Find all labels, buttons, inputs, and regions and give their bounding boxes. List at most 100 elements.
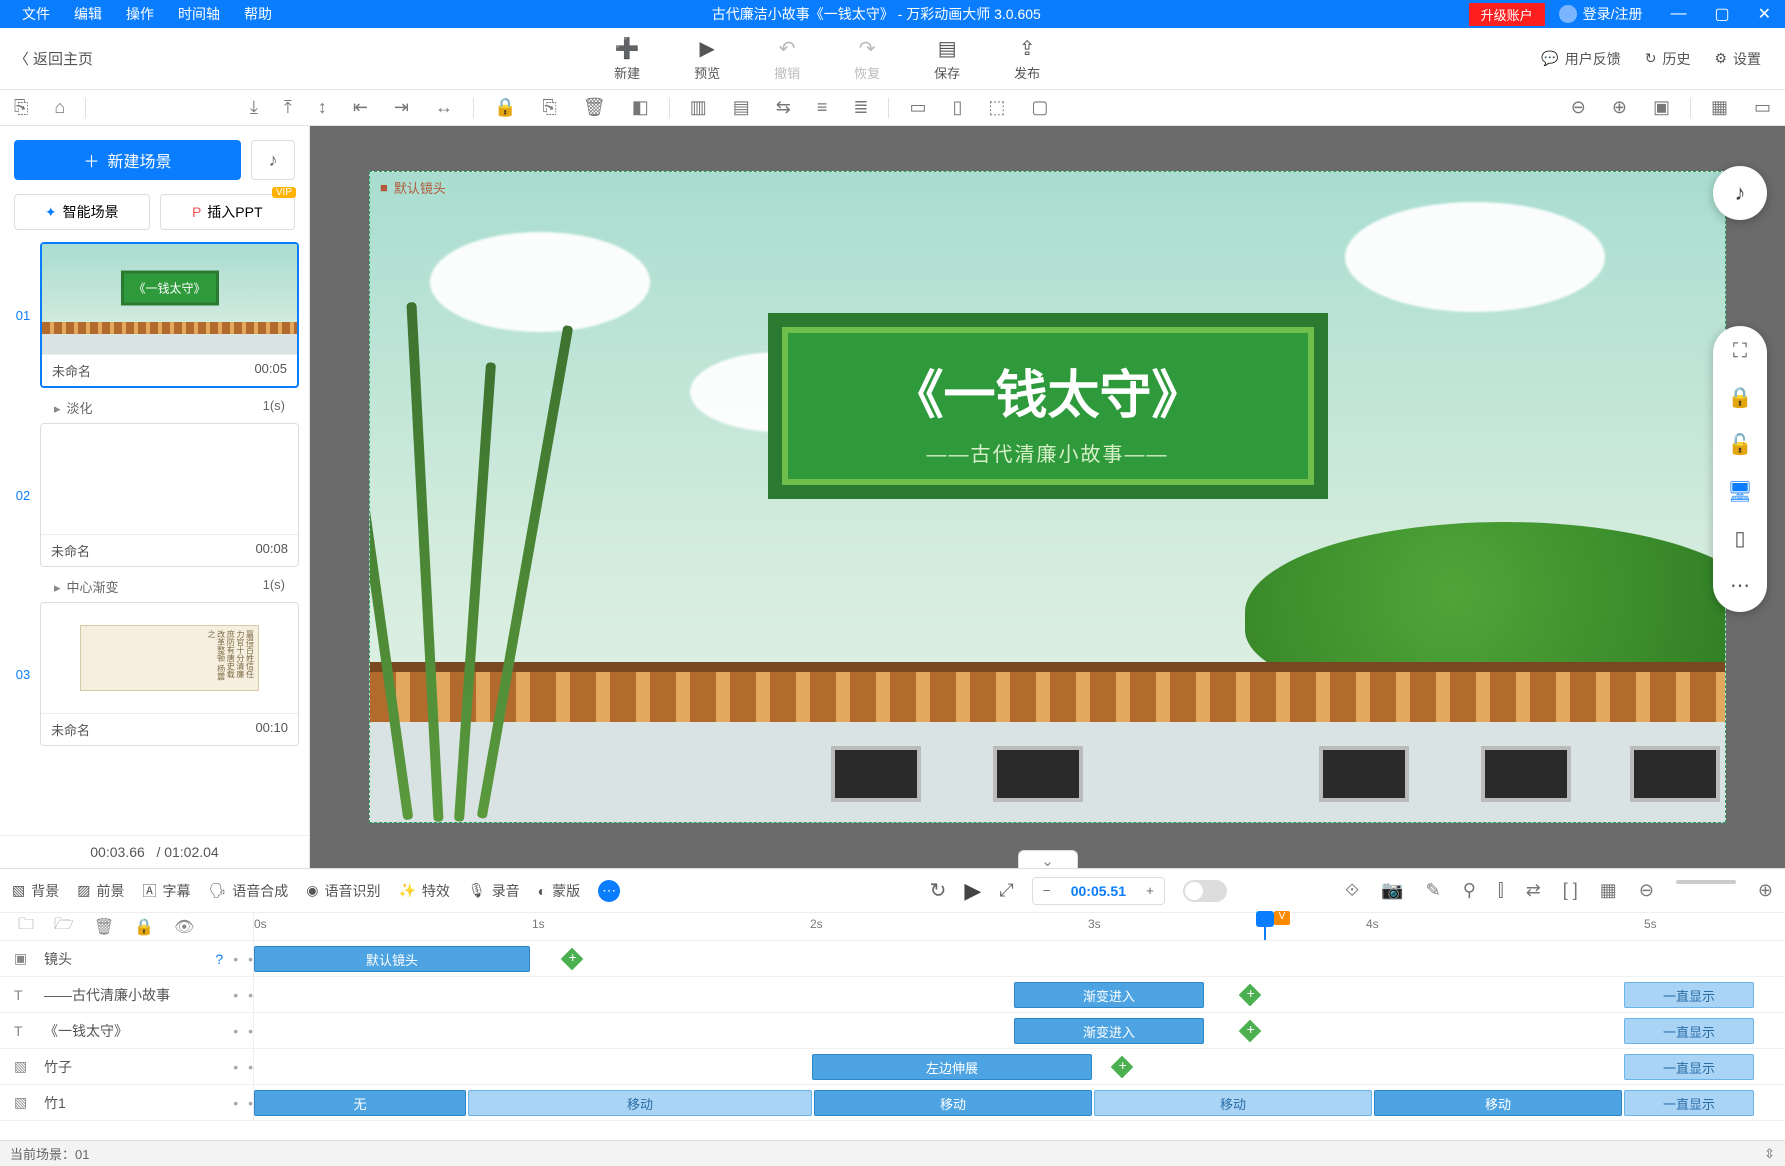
login-button[interactable]: 登录/注册 bbox=[1545, 4, 1657, 24]
zoom-out-icon[interactable]: ⊖ bbox=[1571, 97, 1586, 118]
equal-height-icon[interactable]: ≣ bbox=[853, 97, 868, 118]
keyframe-diamond[interactable] bbox=[561, 948, 584, 971]
timeline-clip[interactable]: 一直显示 bbox=[1624, 1018, 1754, 1044]
publish-button[interactable]: ⇪发布 bbox=[987, 36, 1067, 82]
copy-icon[interactable]: ⎘ bbox=[542, 97, 556, 118]
scene-card[interactable]: 未命名00:08 bbox=[40, 423, 299, 567]
fullscreen-icon[interactable]: ⛶ bbox=[1733, 340, 1747, 363]
track-more-icon[interactable]: • bbox=[248, 951, 253, 967]
time-minus[interactable]: − bbox=[1033, 883, 1061, 898]
zoom-in-icon[interactable]: ⊕ bbox=[1758, 880, 1773, 901]
equal-width-icon[interactable]: ≡ bbox=[817, 97, 828, 118]
edit-icon[interactable]: ✎ bbox=[1426, 880, 1441, 901]
grid-icon[interactable]: ▦ bbox=[1711, 97, 1728, 118]
timeline-clip[interactable]: 移动 bbox=[814, 1090, 1092, 1116]
more-button[interactable]: ⋯ bbox=[598, 880, 620, 902]
zoom-slider[interactable] bbox=[1676, 880, 1736, 884]
maximize-button[interactable]: ▢ bbox=[1700, 4, 1743, 24]
menu-edit[interactable]: 编辑 bbox=[62, 4, 114, 24]
asr-button[interactable]: ◉ 语音识别 bbox=[306, 881, 380, 901]
scene-card[interactable]: 《一钱太守》 未命名00:05 bbox=[40, 242, 299, 388]
timeline-clip[interactable]: 一直显示 bbox=[1624, 1090, 1754, 1116]
canvas-area[interactable]: ■默认镜头 《一钱太守》 ——古代清廉小故事—— ♪ ⛶ 🔒 🔓 bbox=[310, 126, 1785, 868]
timeline-ruler[interactable]: 🗀 🗁 🗑 🔒 👁 V 0s1s2s3s4s5s bbox=[0, 913, 1785, 941]
expand-icon[interactable]: ⤢ bbox=[999, 880, 1013, 901]
feedback-button[interactable]: 💬用户反馈 bbox=[1541, 49, 1620, 69]
align-bottom-icon[interactable]: ⤓ bbox=[250, 97, 258, 118]
upgrade-button[interactable]: 升级账户 bbox=[1469, 3, 1545, 26]
timeline-clip[interactable]: 默认镜头 bbox=[254, 946, 530, 972]
menu-timeline[interactable]: 时间轴 bbox=[166, 4, 232, 24]
fx-button[interactable]: ✨ 特效 bbox=[398, 881, 449, 901]
menu-file[interactable]: 文件 bbox=[10, 4, 62, 24]
play-icon[interactable]: ▶ bbox=[964, 878, 981, 904]
keyframe-diamond[interactable] bbox=[1111, 1056, 1134, 1079]
timeline-clip[interactable]: 渐变进入 bbox=[1014, 1018, 1204, 1044]
insert-ppt-button[interactable]: P插入PPTVIP bbox=[160, 194, 296, 230]
track-more-icon[interactable]: • bbox=[248, 987, 253, 1003]
subtitle-button[interactable]: 🄰 字幕 bbox=[142, 881, 190, 901]
time-input[interactable]: − 00:05.51 + bbox=[1032, 877, 1165, 905]
add-folder-icon[interactable]: 🗁 bbox=[54, 913, 74, 940]
align-center-icon[interactable]: ↔ bbox=[435, 97, 453, 118]
undo-button[interactable]: ↶撤销 bbox=[747, 36, 827, 82]
mobile-icon[interactable]: ▯ bbox=[1734, 526, 1745, 551]
scene-card[interactable]: 赢得百姓信任 力官十分清廉 庶防有唐史载 改革整顿 杨震之 未命名00:10 bbox=[40, 602, 299, 746]
marker-v[interactable]: V bbox=[1274, 911, 1290, 925]
title-board[interactable]: 《一钱太守》 ——古代清廉小故事—— bbox=[768, 313, 1328, 499]
align-left-icon[interactable]: ⇤ bbox=[353, 97, 368, 118]
delete-icon[interactable]: 🗑 bbox=[94, 917, 114, 937]
scene-audio-button[interactable]: ♪ bbox=[251, 140, 295, 180]
keyframe-icon[interactable]: ⟐ bbox=[1345, 880, 1359, 901]
timeline-clip[interactable]: 一直显示 bbox=[1624, 982, 1754, 1008]
track-lane[interactable]: 渐变进入 一直显示 bbox=[254, 977, 1785, 1012]
track-add-icon[interactable]: • bbox=[233, 1095, 238, 1111]
timeline-clip[interactable]: 渐变进入 bbox=[1014, 982, 1204, 1008]
collapse-bottom-button[interactable]: ⌄ bbox=[1018, 850, 1078, 868]
close-button[interactable]: ✕ bbox=[1744, 4, 1785, 24]
track-lane[interactable]: 左边伸展一直显示 bbox=[254, 1049, 1785, 1084]
track-add-icon[interactable]: • bbox=[233, 951, 238, 967]
timeline-clip[interactable]: 一直显示 bbox=[1624, 1054, 1754, 1080]
preview-button[interactable]: ▶预览 bbox=[667, 36, 747, 82]
mask-button[interactable]: ◐ 蒙版 bbox=[538, 881, 580, 901]
history-button[interactable]: ↻历史 bbox=[1645, 49, 1691, 69]
track-lane[interactable]: 默认镜头 bbox=[254, 941, 1785, 976]
lock-open-icon[interactable]: 🔓 bbox=[1728, 432, 1753, 457]
folder-icon[interactable]: 🗀 bbox=[18, 913, 34, 940]
record-button[interactable]: 🎙 录音 bbox=[468, 881, 520, 901]
spacing-icon[interactable]: ⇆ bbox=[776, 97, 791, 118]
bracket-icon[interactable]: [ ] bbox=[1563, 880, 1578, 901]
track-lane[interactable]: 无移动移动移动移动一直显示 bbox=[254, 1085, 1785, 1120]
keyframe-diamond[interactable] bbox=[1239, 1020, 1262, 1043]
back-home-button[interactable]: 〈 返回主页 bbox=[0, 48, 113, 69]
save-button[interactable]: ▤保存 bbox=[907, 36, 987, 82]
layers-icon[interactable]: ◧ bbox=[632, 97, 649, 118]
track-lane[interactable]: 渐变进入 一直显示 bbox=[254, 1013, 1785, 1048]
help-icon[interactable]: ? bbox=[215, 951, 223, 967]
smart-scene-button[interactable]: ✦智能场景 bbox=[14, 194, 150, 230]
bring-front-icon[interactable]: ⬚ bbox=[988, 97, 1005, 118]
camera-icon[interactable]: 📷 bbox=[1381, 880, 1403, 901]
desktop-icon[interactable]: 🖥 bbox=[1727, 479, 1752, 504]
distribute-h-icon[interactable]: ▥ bbox=[690, 97, 707, 118]
magnet-icon[interactable]: ⚲ bbox=[1463, 880, 1476, 901]
more-icon[interactable]: ⋯ bbox=[1730, 573, 1750, 598]
new-button[interactable]: ➕新建 bbox=[587, 36, 667, 82]
bg-button[interactable]: ▧ 背景 bbox=[12, 881, 59, 901]
timeline-clip[interactable]: 移动 bbox=[1094, 1090, 1372, 1116]
settings-button[interactable]: ⚙设置 bbox=[1714, 49, 1761, 69]
playhead[interactable] bbox=[1264, 913, 1266, 940]
trash-icon[interactable]: 🗑 bbox=[583, 97, 606, 118]
align-top-icon[interactable]: ⤒ bbox=[284, 97, 292, 118]
track-add-icon[interactable]: • bbox=[233, 1023, 238, 1039]
eye-icon[interactable]: 👁 bbox=[174, 917, 194, 937]
keyframe-diamond[interactable] bbox=[1239, 984, 1262, 1007]
transition-row[interactable]: ▸中心渐变1(s) bbox=[6, 571, 299, 602]
redo-button[interactable]: ↷恢复 bbox=[827, 36, 907, 82]
home-icon[interactable]: ⌂ bbox=[54, 97, 65, 118]
time-plus[interactable]: + bbox=[1136, 883, 1164, 898]
snap-switch[interactable] bbox=[1183, 880, 1227, 902]
track-more-icon[interactable]: • bbox=[248, 1095, 253, 1111]
track-more-icon[interactable]: • bbox=[248, 1059, 253, 1075]
